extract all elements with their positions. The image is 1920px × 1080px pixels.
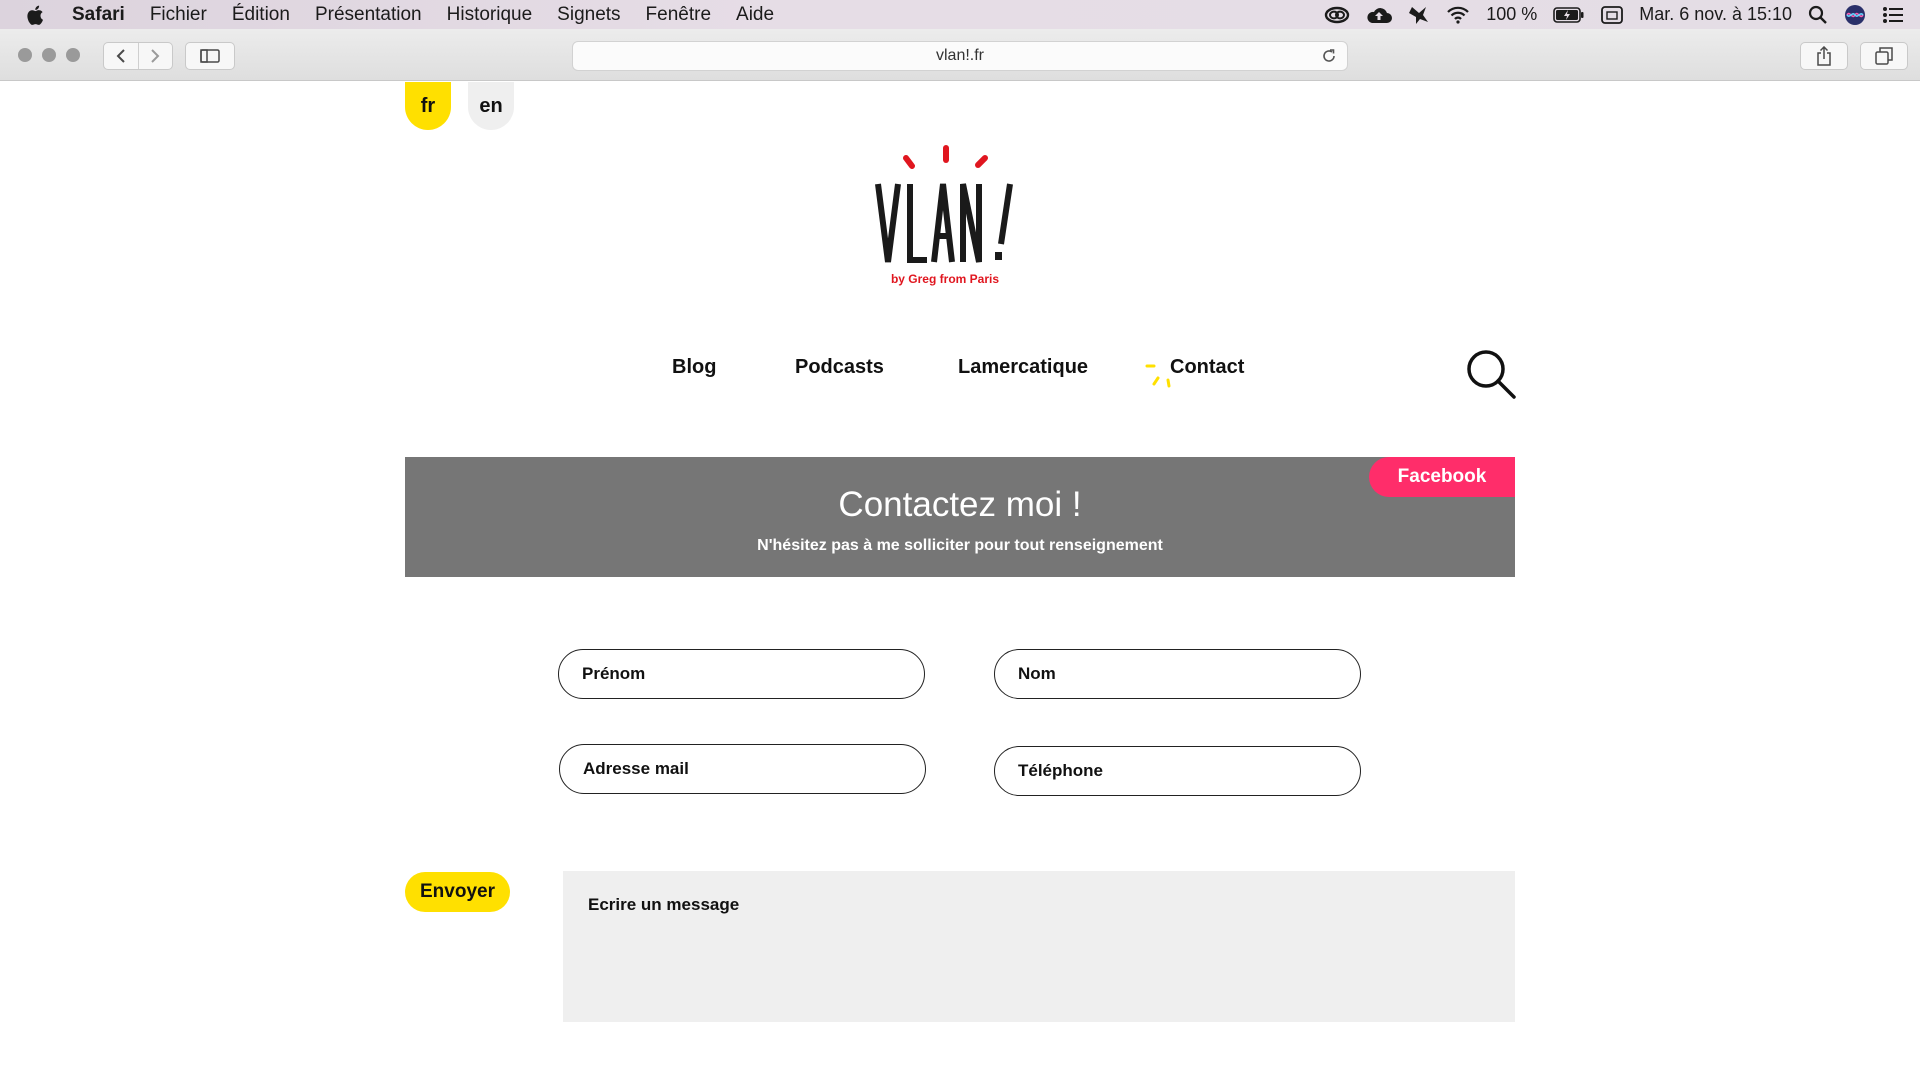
email-field[interactable] [559,744,926,794]
send-button[interactable]: Envoyer [405,872,510,912]
menu-presentation[interactable]: Présentation [315,4,422,26]
nav-podcasts[interactable]: Podcasts [795,356,884,379]
page-title: Contactez moi ! [838,485,1082,524]
search-icon[interactable] [1465,348,1517,400]
prenom-field[interactable] [558,649,925,699]
extension-icon[interactable] [1408,4,1430,26]
menu-aide[interactable]: Aide [736,4,774,26]
apple-menu-icon[interactable] [26,2,52,28]
main-nav: Blog Podcasts Lamercatique Contact [0,356,1920,396]
address-bar[interactable]: vlan!.fr [572,41,1348,71]
facebook-button[interactable]: Facebook [1369,457,1515,497]
contact-banner: Contactez moi ! N'hésitez pas à me solli… [405,457,1515,577]
battery-icon[interactable] [1553,6,1585,23]
reload-icon[interactable] [1321,48,1337,69]
address-bar-url: vlan!.fr [935,47,984,64]
logo-subtitle: by Greg from Paris [890,272,1000,286]
active-nav-spark-icon [1145,364,1171,388]
show-tabs-button[interactable] [1860,42,1908,70]
menu-historique[interactable]: Historique [447,4,533,26]
history-nav [103,42,173,70]
menu-fichier[interactable]: Fichier [150,4,207,26]
sidebar-toggle-button[interactable] [185,42,235,70]
menu-bar: Safari Fichier Édition Présentation Hist… [0,0,1920,29]
back-button[interactable] [104,43,138,69]
close-window-button[interactable] [18,48,32,62]
nav-blog[interactable]: Blog [672,356,716,379]
siri-icon[interactable] [1844,4,1866,26]
menubar-clock[interactable]: Mar. 6 nov. à 15:10 [1639,4,1792,25]
nom-field[interactable] [994,649,1361,699]
menu-signets[interactable]: Signets [557,4,620,26]
zoom-window-button[interactable] [66,48,80,62]
menu-safari[interactable]: Safari [72,4,125,26]
lang-en-button[interactable]: en [468,82,514,130]
forward-button[interactable] [137,43,172,69]
battery-percent: 100 % [1486,4,1538,24]
notification-center-icon[interactable] [1882,6,1904,24]
share-button[interactable] [1800,42,1848,70]
nav-lamercatique[interactable]: Lamercatique [958,356,1088,379]
creative-cloud-icon[interactable] [1324,6,1350,24]
telephone-field[interactable] [994,746,1361,796]
lang-fr-button[interactable]: fr [405,82,451,130]
web-page: fr en by Greg from Paris Blog Podcasts L… [0,82,1920,1080]
menu-edition[interactable]: Édition [232,4,290,26]
vlan-logo[interactable] [870,132,1050,272]
wifi-icon[interactable] [1446,6,1470,24]
browser-toolbar: vlan!.fr [0,29,1920,81]
spotlight-search-icon[interactable] [1808,5,1828,25]
page-subtitle: N'hésitez pas à me solliciter pour tout … [757,537,1163,554]
menu-fenetre[interactable]: Fenêtre [646,4,711,26]
message-field[interactable] [563,871,1515,1022]
minimize-window-button[interactable] [42,48,56,62]
window-controls [18,48,80,62]
keyboard-input-icon[interactable] [1601,5,1624,25]
cloud-upload-icon[interactable] [1366,6,1393,24]
